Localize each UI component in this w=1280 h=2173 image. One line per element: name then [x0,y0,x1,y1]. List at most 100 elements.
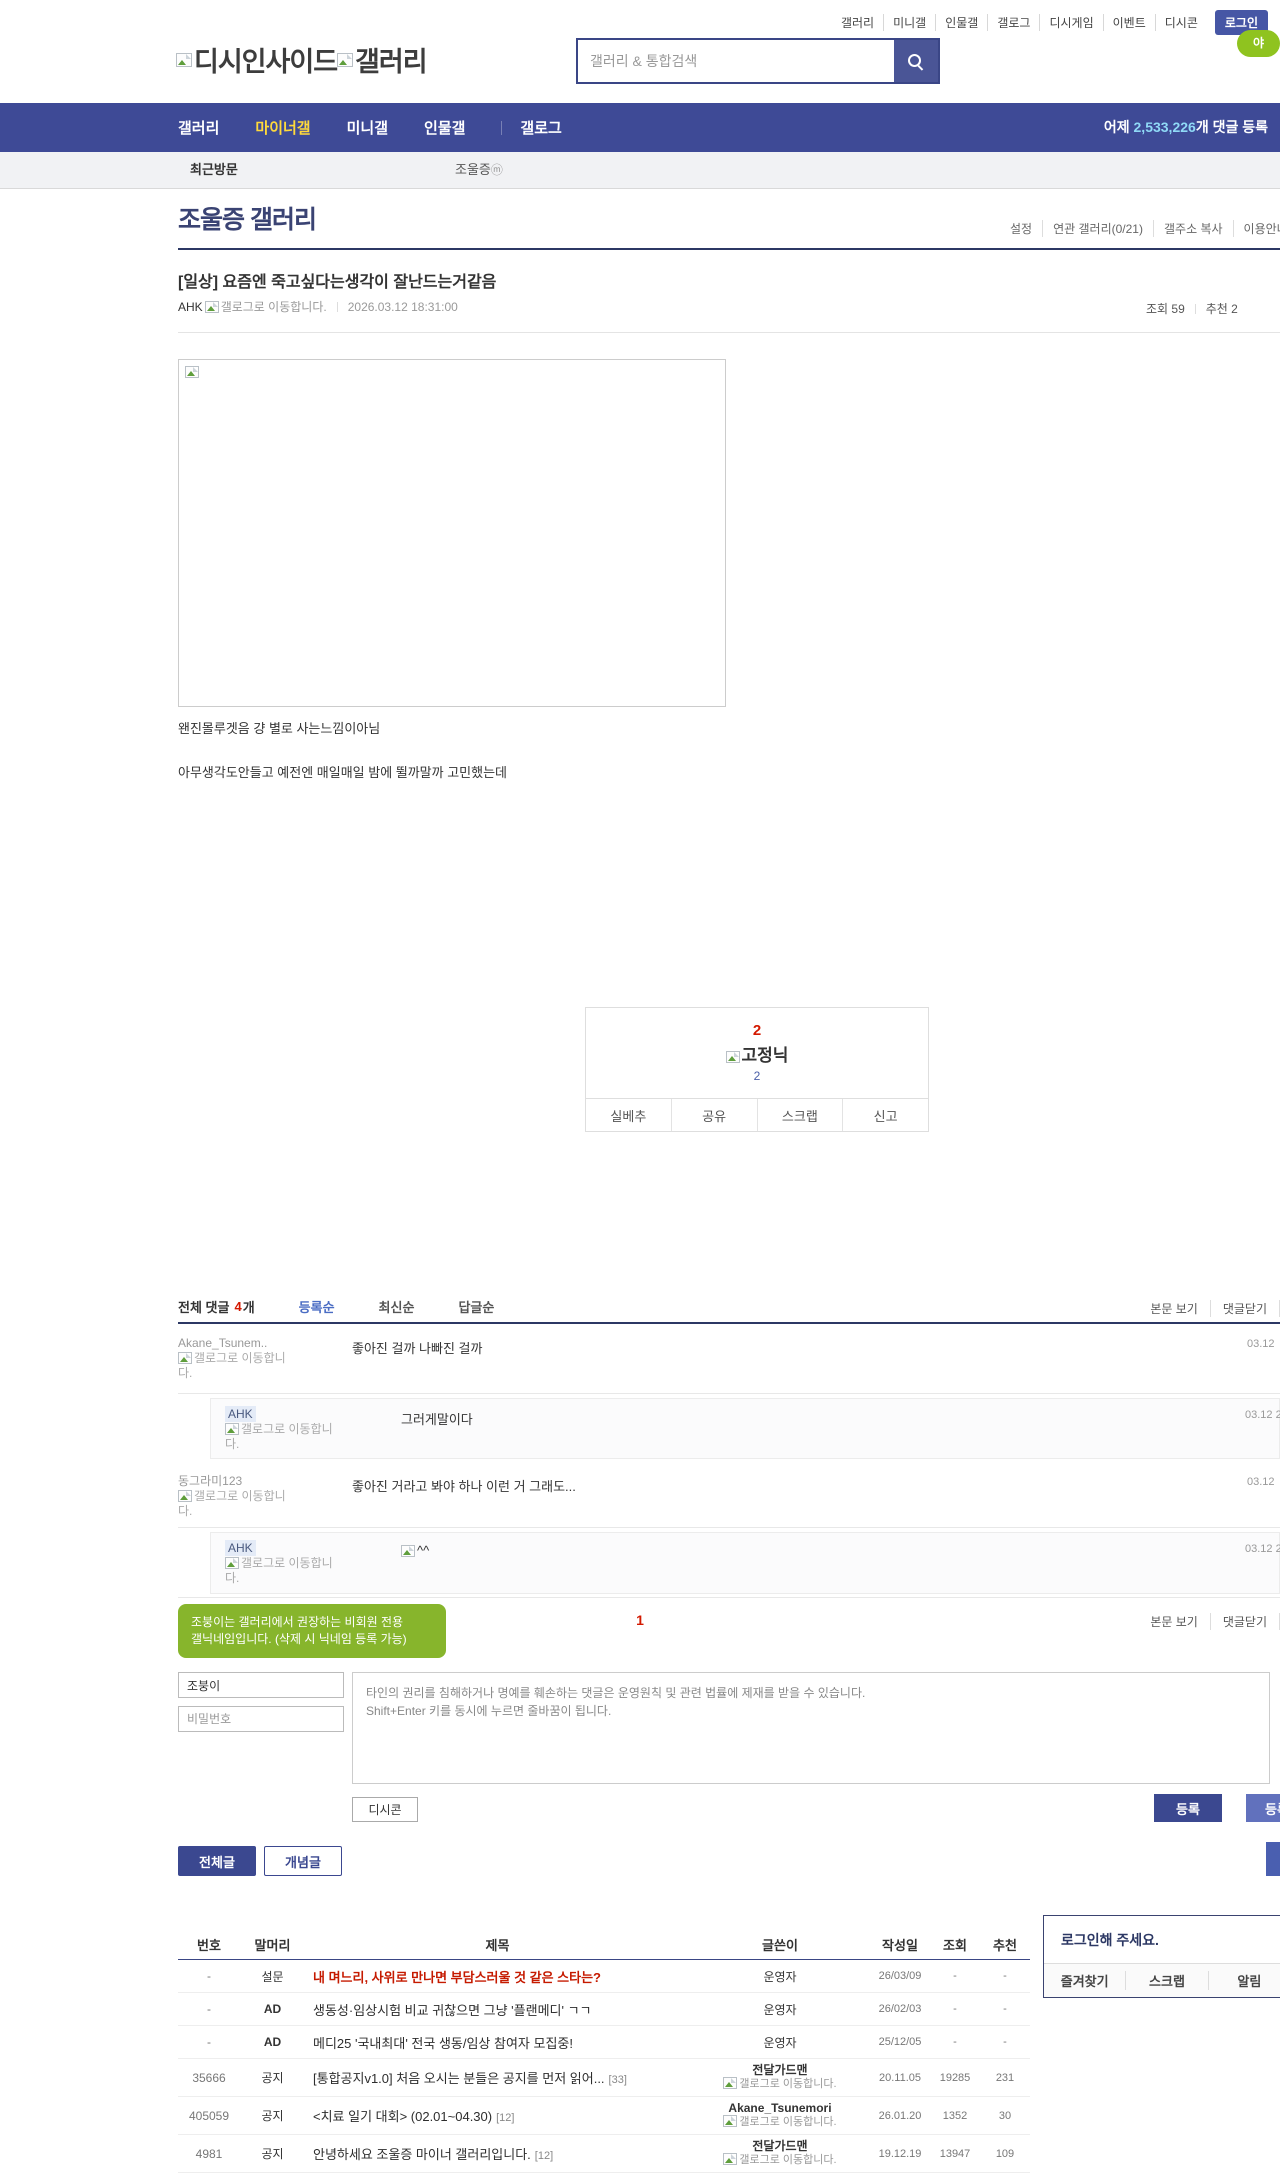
comment-row: Akane_Tsunem.. 갤로그로 이동합니다. 좋아진 걸까 나빠진 걸까… [178,1330,1280,1392]
gallog-link-text[interactable]: 갤로그로 이동합니다. [739,2116,836,2128]
sort-registered[interactable]: 등록순 [299,1297,335,1316]
util-link-event[interactable]: 이벤트 [1104,14,1156,31]
gallog-link-text[interactable]: 갤로그로 이동합니다. [739,2078,836,2090]
concept-posts-button[interactable]: 개념글 [264,1846,342,1876]
util-link-gallog[interactable]: 갤로그 [988,14,1041,31]
fixed-nick-vote-button[interactable]: 고정닉 [586,1041,928,1066]
gallog-link-text[interactable]: 갤로그로 이동합니다. [225,1422,333,1451]
gallery-actions: 설정 연관 갤러리(0/21) 갤주소 복사 이용안내 [1000,220,1280,237]
login-message: 로그인해 주세요. [1061,1932,1159,1948]
scrap-button[interactable]: 스크랩 [756,1099,843,1131]
dccon-button[interactable]: 디시콘 [352,1797,418,1822]
gallog-link-text[interactable]: 갤로그로 이동합니다. [739,2154,836,2166]
nav-mini-gallery[interactable]: 미니갤 [347,117,388,138]
commenter-name[interactable]: AHK [225,1406,256,1422]
post-link[interactable]: 내 며느리, 사위로 만나면 부담스러울 것 같은 스타는? [313,1970,601,1985]
view-post-link[interactable]: 본문 보기 [1138,1300,1211,1317]
recent-gallery-link[interactable]: 조울증ⓜ [455,152,503,188]
broken-image-icon [178,1352,192,1364]
writer-name[interactable]: 전달가드맨 [752,2139,807,2153]
gallery-title[interactable]: 조울증 갤러리 [178,200,317,236]
writer-name[interactable]: Akane_Tsunemori [728,2101,831,2115]
scrap-button[interactable]: 스크랩 [1125,1971,1207,1990]
search-icon [908,54,924,70]
broken-image-icon [725,1051,740,1063]
gallery-settings-link[interactable]: 설정 [1000,220,1044,237]
related-galleries-link[interactable]: 연관 갤러리(0/21) [1043,220,1154,237]
gallog-link-text[interactable]: 갤로그로 이동합니다. [178,1351,286,1380]
view-count: 조회 59 [1146,302,1185,316]
writer-name[interactable]: 전달가드맨 [752,2063,807,2077]
post-link[interactable]: 생동성·임상시험 비교 귀찮으면 그냥 '플랜메디' ㄱㄱ [313,2003,592,2018]
post-link[interactable]: 안녕하세요 조울증 마이너 갤러리입니다. [313,2147,531,2162]
vote-box: 2 고정닉 2 실베추 공유 스크랩 신고 [585,1007,929,1132]
downvote-count: 2 [753,1069,761,1083]
writer-name[interactable]: 운영자 [690,2034,870,2051]
usage-guide-link[interactable]: 이용안내 [1234,220,1280,237]
gallog-link-text[interactable]: 갤로그로 이동합니다. [225,1556,333,1585]
favorite-button[interactable]: 즐겨찾기 [1044,1971,1125,1990]
util-link-dcgame[interactable]: 디시게임 [1040,14,1104,31]
nav-gallog[interactable]: 갤로그 [520,117,561,138]
util-link-minigal[interactable]: 미니갤 [884,14,937,31]
table-row: 4981 공지 안녕하세요 조울증 마이너 갤러리입니다. [12] 전달가드맨 … [178,2135,1030,2173]
nav-person-gallery[interactable]: 인물갤 [424,117,465,138]
sort-reply[interactable]: 답글순 [458,1297,494,1316]
post-body-text: 왠진몰루겟음 걍 별로 사는느낌이아님 [178,721,381,736]
night-mode-button[interactable]: 야간 모드 [1237,30,1280,131]
post-meta: AHK 갤로그로 이동합니다. 2026.03.12 18:31:00 [178,298,458,315]
table-row: 405059 공지 <치료 일기 대회> (02.01~04.30) [12] A… [178,2097,1030,2135]
commenter-name[interactable]: 동그라미123 [178,1474,242,1488]
nav-gallery[interactable]: 갤러리 [178,117,219,138]
view-post-link[interactable]: 본문 보기 [1138,1613,1211,1630]
site-logo[interactable]: 디시인사이드 갤러리 [176,40,428,79]
util-link-gallery[interactable]: 갤러리 [832,14,885,31]
report-button[interactable]: 신고 [842,1099,928,1131]
broken-image-icon [178,1490,192,1502]
util-link-persongal[interactable]: 인물갤 [936,14,989,31]
close-comments-link[interactable]: 댓글닫기 [1211,1300,1280,1317]
recent-visit-bar: 최근방문 조울증ⓜ [0,152,1280,189]
comment-submit-button[interactable]: 등록 [1154,1794,1222,1822]
nickname-input[interactable] [178,1672,344,1698]
post-title: [일상] 요즘엔 죽고싶다는생각이 잘난드는거같음 [178,274,497,291]
gallog-link-text[interactable]: 갤로그로 이동합니다. [221,298,327,315]
util-link-dccon[interactable]: 디시콘 [1156,14,1207,31]
divider [336,301,338,312]
comment-submit-button-secondary[interactable]: 등록 [1246,1794,1280,1822]
search-input[interactable] [578,40,894,82]
writer-name[interactable]: 운영자 [690,1968,870,1985]
alarm-button[interactable]: 알림 [1207,1971,1280,1990]
password-input[interactable] [178,1706,344,1732]
close-comments-link[interactable]: 댓글닫기 [1211,1613,1280,1630]
post-link[interactable]: 메디25 '국내최대' 전국 생동/임상 참여자 모집중! [313,2036,573,2051]
comment-divider [178,1597,1280,1598]
copy-gallery-url-link[interactable]: 갤주소 복사 [1154,220,1234,237]
comment-dccon: ^^ [401,1543,429,1558]
nav-minor-gallery[interactable]: 마이너갤 [255,117,310,138]
divider [1194,303,1196,314]
comment-text: 좋아진 걸까 나빠진 걸까 [352,1341,483,1356]
all-posts-button[interactable]: 전체글 [178,1846,256,1876]
reply-row: AHK 갤로그로 이동합니다. 그러게말이다 03.12 2 [210,1398,1280,1459]
broken-image-icon [337,52,354,67]
post-link[interactable]: [통합공지v1.0] 처음 오시는 분들은 공지를 먼저 읽어... [313,2071,605,2086]
sort-newest[interactable]: 최신순 [379,1297,415,1316]
post-link[interactable]: <치료 일기 대회> (02.01~04.30) [313,2109,492,2124]
silbechu-button[interactable]: 실베추 [586,1099,671,1131]
share-button[interactable]: 공유 [670,1099,757,1131]
search-button[interactable] [894,40,938,82]
commenter-name[interactable]: Akane_Tsunem.. [178,1336,267,1350]
writer-name[interactable]: 운영자 [690,2001,870,2018]
commenter-name[interactable]: AHK [225,1540,256,1556]
post-author[interactable]: AHK [178,300,203,314]
write-post-button[interactable]: 글쓰기 [1266,1842,1280,1876]
gallog-link-text[interactable]: 갤로그로 이동합니다. [178,1489,286,1518]
comment-text: 좋아진 거라고 봐야 하나 이런 거 그래도... [352,1479,576,1494]
comment-textarea[interactable]: 타인의 권리를 침해하거나 명예를 훼손하는 댓글은 운영원칙 및 관련 법률에… [352,1672,1270,1784]
comments-count: 4 [234,1299,242,1314]
upvote-count: 2 [752,1022,762,1039]
table-row: - AD 생동성·임상시험 비교 귀찮으면 그냥 '플랜메디' ㄱㄱ 운영자 2… [178,1993,1030,2026]
post-list-header: 번호 말머리 제목 글쓴이 작성일 조회 추천 [178,1930,1030,1960]
recent-visit-label[interactable]: 최근방문 [190,152,238,188]
